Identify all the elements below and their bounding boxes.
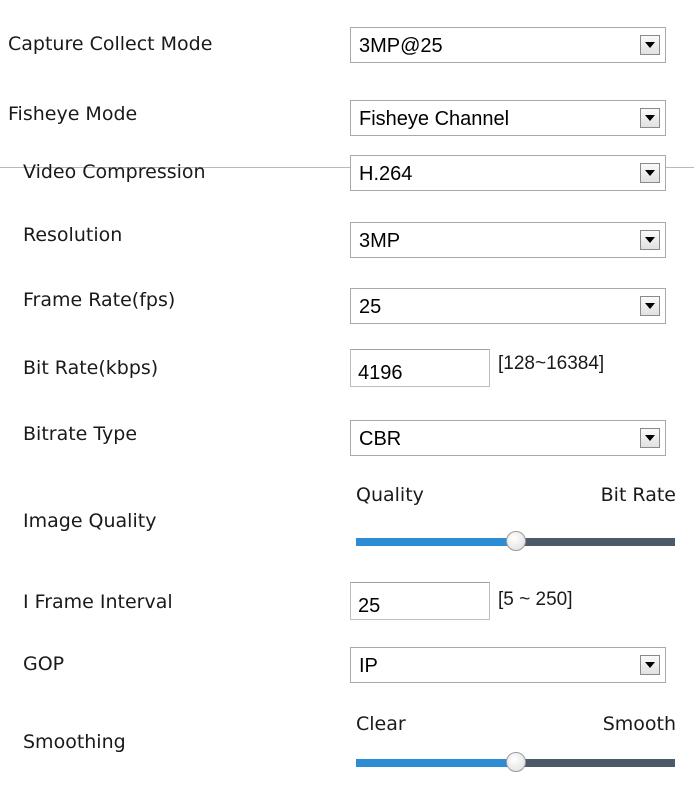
bit-rate-input[interactable] bbox=[351, 350, 489, 386]
gop-label: GOP bbox=[23, 653, 65, 675]
resolution-label: Resolution bbox=[23, 224, 123, 246]
capture-collect-mode-label: Capture Collect Mode bbox=[8, 33, 213, 55]
video-compression-value: H.264 bbox=[359, 163, 413, 185]
resolution-value: 3MP bbox=[359, 230, 401, 252]
bit-rate-label: Bit Rate(kbps) bbox=[23, 357, 159, 379]
dropdown-arrow-icon[interactable] bbox=[640, 296, 660, 316]
i-frame-interval-field[interactable] bbox=[350, 582, 490, 620]
dropdown-arrow-icon[interactable] bbox=[640, 163, 660, 183]
slider-thumb[interactable] bbox=[505, 531, 526, 551]
smoothing-left-caption: Clear bbox=[356, 713, 406, 735]
bitrate-type-label: Bitrate Type bbox=[23, 423, 138, 445]
i-frame-interval-range: [5 ~ 250] bbox=[498, 589, 573, 610]
smoothing-slider[interactable] bbox=[356, 752, 675, 774]
i-frame-interval-label: I Frame Interval bbox=[23, 591, 173, 613]
gop-select[interactable]: IP bbox=[350, 647, 666, 683]
bitrate-type-select[interactable]: CBR bbox=[350, 420, 666, 456]
image-quality-left-caption: Quality bbox=[356, 484, 424, 506]
slider-fill bbox=[356, 759, 516, 767]
bit-rate-field[interactable] bbox=[350, 349, 490, 387]
dropdown-arrow-icon[interactable] bbox=[640, 655, 660, 675]
image-quality-right-caption: Bit Rate bbox=[600, 484, 676, 506]
bitrate-type-value: CBR bbox=[359, 428, 402, 450]
gop-value: IP bbox=[359, 655, 378, 677]
video-compression-label: Video Compression bbox=[23, 161, 206, 183]
fisheye-mode-select[interactable]: Fisheye Channel bbox=[350, 100, 666, 136]
video-compression-select[interactable]: H.264 bbox=[350, 155, 666, 191]
fisheye-mode-label: Fisheye Mode bbox=[8, 103, 138, 125]
capture-collect-mode-value: 3MP@25 bbox=[359, 35, 443, 57]
frame-rate-label: Frame Rate(fps) bbox=[23, 289, 176, 311]
fisheye-mode-value: Fisheye Channel bbox=[359, 108, 510, 130]
dropdown-arrow-icon[interactable] bbox=[640, 428, 660, 448]
resolution-select[interactable]: 3MP bbox=[350, 222, 666, 258]
bit-rate-range: [128~16384] bbox=[498, 353, 605, 374]
image-quality-slider[interactable] bbox=[356, 531, 675, 553]
dropdown-arrow-icon[interactable] bbox=[640, 108, 660, 128]
dropdown-arrow-icon[interactable] bbox=[640, 230, 660, 250]
dropdown-arrow-icon[interactable] bbox=[640, 35, 660, 55]
slider-thumb[interactable] bbox=[505, 752, 526, 772]
smoothing-label: Smoothing bbox=[23, 731, 126, 753]
frame-rate-select[interactable]: 25 bbox=[350, 288, 666, 324]
i-frame-interval-input[interactable] bbox=[351, 583, 489, 619]
image-quality-label: Image Quality bbox=[23, 510, 157, 532]
frame-rate-value: 25 bbox=[359, 296, 382, 318]
slider-fill bbox=[356, 538, 516, 546]
smoothing-right-caption: Smooth bbox=[602, 713, 676, 735]
capture-collect-mode-select[interactable]: 3MP@25 bbox=[350, 27, 666, 63]
